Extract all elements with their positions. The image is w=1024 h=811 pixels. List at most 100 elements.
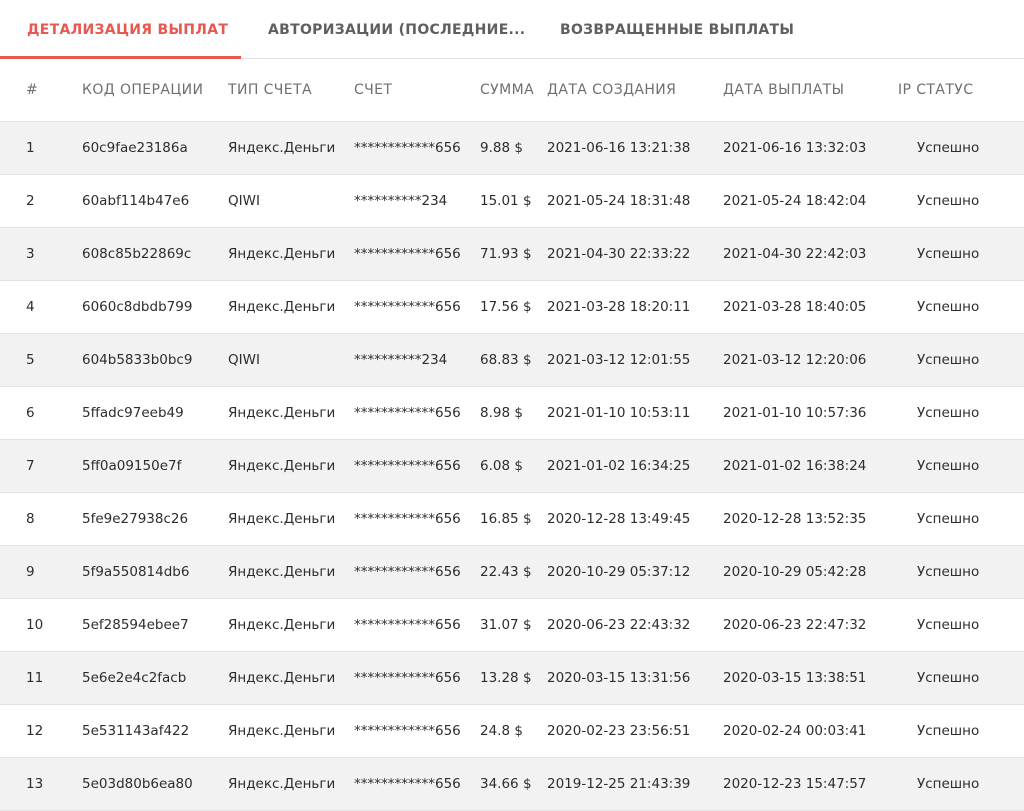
account-type-cell: QIWI <box>228 193 260 209</box>
created-date-cell: 2021-05-24 18:31:48 <box>547 193 691 209</box>
account-number-cell: ************656 <box>354 405 461 421</box>
created-date-cell: 2021-04-30 22:33:22 <box>547 246 691 262</box>
account-number-cell: ************656 <box>354 617 461 633</box>
column-header-payout-date[interactable]: ДАТА ВЫПЛАТЫ <box>723 59 844 121</box>
table-row[interactable]: 9 5f9a550814db6 Яндекс.Деньги ************6… <box>0 546 1024 599</box>
account-number-cell: ************656 <box>354 723 461 739</box>
account-type-cell: Яндекс.Деньги <box>228 140 336 156</box>
amount-cell: 34.66 $ <box>480 776 532 792</box>
payout-date-cell: 2021-05-24 18:42:04 <box>723 193 867 209</box>
created-date-cell: 2021-01-10 10:53:11 <box>547 405 691 421</box>
payout-date-cell: 2020-06-23 22:47:32 <box>723 617 867 633</box>
created-date-cell: 2020-10-29 05:37:12 <box>547 564 691 580</box>
operation-code-cell: 5f9a550814db6 <box>82 564 190 580</box>
payout-date-cell: 2021-06-16 13:32:03 <box>723 140 867 156</box>
operation-code-cell: 5e6e2e4c2facb <box>82 670 187 686</box>
status-cell: Успешно <box>917 458 980 474</box>
payout-date-cell: 2020-02-24 00:03:41 <box>723 723 867 739</box>
created-date-cell: 2021-03-28 18:20:11 <box>547 299 691 315</box>
status-cell: Успешно <box>917 723 980 739</box>
account-type-cell: Яндекс.Деньги <box>228 670 336 686</box>
account-type-cell: Яндекс.Деньги <box>228 299 336 315</box>
tab-authorizations[interactable]: АВТОРИЗАЦИИ (ПОСЛЕДНИЕ... <box>241 0 525 58</box>
column-header-ip-status[interactable]: IP СТАТУС <box>898 59 973 121</box>
status-cell: Успешно <box>917 564 980 580</box>
account-type-cell: Яндекс.Деньги <box>228 511 336 527</box>
status-cell: Успешно <box>917 299 980 315</box>
status-cell: Успешно <box>917 352 980 368</box>
operation-code-cell: 5fe9e27938c26 <box>82 511 189 527</box>
table-row[interactable]: 6 5ffadc97eeb49 Яндекс.Деньги ************6… <box>0 387 1024 440</box>
table-row[interactable]: 2 60abf114b47e6 QIWI **********234 15.01 $ 20… <box>0 175 1024 228</box>
status-cell: Успешно <box>917 405 980 421</box>
table-header: # КОД ОПЕРАЦИИ ТИП СЧЕТА СЧЕТ СУММА ДАТА… <box>0 59 1024 122</box>
table-row[interactable]: 5 604b5833b0bc9 QIWI **********234 68.83 $ 20… <box>0 334 1024 387</box>
payout-date-cell: 2020-12-28 13:52:35 <box>723 511 867 527</box>
amount-cell: 6.08 $ <box>480 458 523 474</box>
row-number-cell: 4 <box>26 299 35 315</box>
created-date-cell: 2021-03-12 12:01:55 <box>547 352 691 368</box>
status-cell: Успешно <box>917 246 980 262</box>
created-date-cell: 2020-03-15 13:31:56 <box>547 670 691 686</box>
column-header-created-date[interactable]: ДАТА СОЗДАНИЯ <box>547 59 676 121</box>
payout-date-cell: 2021-03-12 12:20:06 <box>723 352 867 368</box>
tab-payout-details[interactable]: ДЕТАЛИЗАЦИЯ ВЫПЛАТ <box>0 0 241 59</box>
account-number-cell: **********234 <box>354 193 448 209</box>
column-header-account-type[interactable]: ТИП СЧЕТА <box>228 59 312 121</box>
table-row[interactable]: 12 5e531143af422 Яндекс.Деньги ************… <box>0 705 1024 758</box>
tab-returned-payouts[interactable]: ВОЗВРАЩЕННЫЕ ВЫПЛАТЫ <box>516 0 816 58</box>
account-number-cell: ************656 <box>354 670 461 686</box>
table-row[interactable]: 7 5ff0a09150e7f Яндекс.Деньги ************6… <box>0 440 1024 493</box>
amount-cell: 68.83 $ <box>480 352 532 368</box>
table-row[interactable]: 3 608c85b22869c Яндекс.Деньги ************6… <box>0 228 1024 281</box>
row-number-cell: 3 <box>26 246 35 262</box>
payout-date-cell: 2021-04-30 22:42:03 <box>723 246 867 262</box>
payout-date-cell: 2021-01-02 16:38:24 <box>723 458 867 474</box>
operation-code-cell: 5ff0a09150e7f <box>82 458 182 474</box>
account-number-cell: ************656 <box>354 246 461 262</box>
table-row[interactable]: 1 60c9fae23186a Яндекс.Деньги ************6… <box>0 122 1024 175</box>
row-number-cell: 8 <box>26 511 35 527</box>
amount-cell: 13.28 $ <box>480 670 532 686</box>
operation-code-cell: 5e03d80b6ea80 <box>82 776 193 792</box>
status-cell: Успешно <box>917 617 980 633</box>
account-number-cell: ************656 <box>354 458 461 474</box>
operation-code-cell: 6060c8dbdb799 <box>82 299 193 315</box>
amount-cell: 17.56 $ <box>480 299 532 315</box>
table-row[interactable]: 13 5e03d80b6ea80 Яндекс.Деньги ************… <box>0 758 1024 811</box>
column-header-amount[interactable]: СУММА <box>480 59 534 121</box>
table-row[interactable]: 11 5e6e2e4c2facb Яндекс.Деньги ************… <box>0 652 1024 705</box>
operation-code-cell: 604b5833b0bc9 <box>82 352 193 368</box>
created-date-cell: 2020-06-23 22:43:32 <box>547 617 691 633</box>
account-type-cell: Яндекс.Деньги <box>228 458 336 474</box>
table-row[interactable]: 10 5ef28594ebee7 Яндекс.Деньги ************… <box>0 599 1024 652</box>
row-number-cell: 2 <box>26 193 35 209</box>
status-cell: Успешно <box>917 776 980 792</box>
status-cell: Успешно <box>917 140 980 156</box>
table-row[interactable]: 8 5fe9e27938c26 Яндекс.Деньги ************6… <box>0 493 1024 546</box>
table-row[interactable]: 4 6060c8dbdb799 Яндекс.Деньги ************6… <box>0 281 1024 334</box>
column-header-account[interactable]: СЧЕТ <box>354 59 392 121</box>
created-date-cell: 2021-06-16 13:21:38 <box>547 140 691 156</box>
payout-date-cell: 2021-03-28 18:40:05 <box>723 299 867 315</box>
operation-code-cell: 5e531143af422 <box>82 723 190 739</box>
amount-cell: 71.93 $ <box>480 246 532 262</box>
row-number-cell: 5 <box>26 352 35 368</box>
row-number-cell: 1 <box>26 140 35 156</box>
account-type-cell: Яндекс.Деньги <box>228 723 336 739</box>
row-number-cell: 12 <box>26 723 44 739</box>
status-cell: Успешно <box>917 511 980 527</box>
payout-date-cell: 2021-01-10 10:57:36 <box>723 405 867 421</box>
account-type-cell: Яндекс.Деньги <box>228 564 336 580</box>
column-header-number[interactable]: # <box>26 59 38 121</box>
account-type-cell: Яндекс.Деньги <box>228 405 336 421</box>
account-type-cell: Яндекс.Деньги <box>228 617 336 633</box>
row-number-cell: 13 <box>26 776 44 792</box>
column-header-operation-code[interactable]: КОД ОПЕРАЦИИ <box>82 59 203 121</box>
account-number-cell: ************656 <box>354 776 461 792</box>
account-number-cell: ************656 <box>354 299 461 315</box>
amount-cell: 31.07 $ <box>480 617 532 633</box>
created-date-cell: 2021-01-02 16:34:25 <box>547 458 691 474</box>
row-number-cell: 9 <box>26 564 35 580</box>
amount-cell: 24.8 $ <box>480 723 523 739</box>
